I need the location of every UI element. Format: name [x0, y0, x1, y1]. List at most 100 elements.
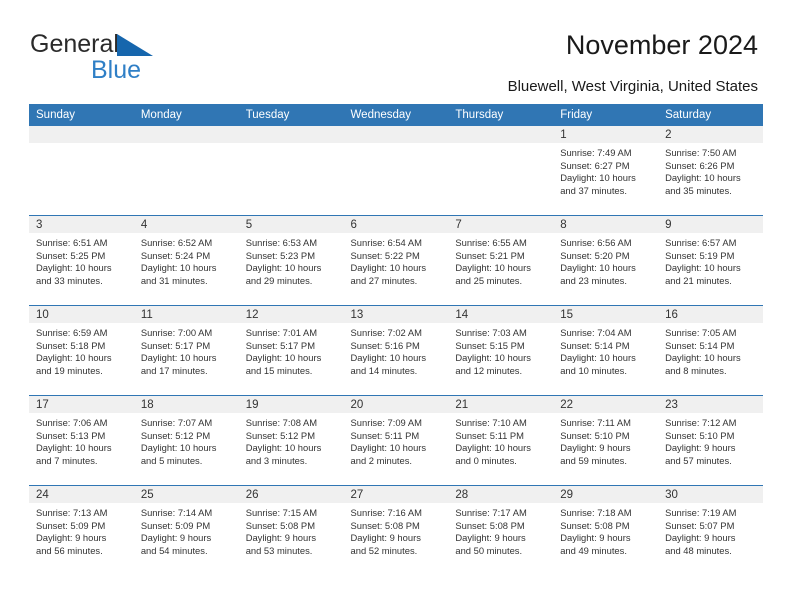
- sunset-text: Sunset: 5:14 PM: [665, 339, 735, 351]
- day-info: Sunrise: 6:56 AM Sunset: 5:20 PM Daylight:…: [553, 233, 658, 287]
- day-cell[interactable]: 3 Sunrise: 6:51 AM Sunset: 5:25 PM Daylight…: [29, 215, 134, 306]
- sunrise-text: Sunrise: 7:00 AM: [140, 327, 213, 338]
- daylight-text-line2: and 0 minutes.: [455, 454, 517, 466]
- daylight-text-line1: Daylight: 10 hours: [350, 442, 427, 454]
- day-cell[interactable]: 27 Sunrise: 7:16 AM Sunset: 5:08 PM Dayligh…: [343, 485, 449, 575]
- day-cell[interactable]: 20 Sunrise: 7:09 AM Sunset: 5:11 PM Dayligh…: [343, 395, 449, 486]
- day-number: 4: [133, 216, 239, 233]
- daylight-text-line1: Daylight: 9 hours: [140, 532, 212, 544]
- daylight-text-line1: Daylight: 10 hours: [36, 442, 112, 454]
- day-cell[interactable]: [133, 126, 239, 216]
- daylight-text-line2: and 59 minutes.: [560, 454, 627, 466]
- daylight-text-line1: Daylight: 9 hours: [560, 532, 631, 544]
- day-cell[interactable]: 24 Sunrise: 7:13 AM Sunset: 5:09 PM Dayligh…: [29, 485, 134, 575]
- sunrise-text: Sunrise: 6:55 AM: [455, 237, 527, 248]
- sunrise-text: Sunrise: 7:19 AM: [665, 507, 737, 518]
- day-cell[interactable]: 7 Sunrise: 6:55 AM Sunset: 5:21 PM Daylight…: [448, 215, 554, 306]
- day-cell[interactable]: 23 Sunrise: 7:12 AM Sunset: 5:10 PM Dayligh…: [658, 395, 763, 486]
- day-cell[interactable]: [448, 126, 554, 216]
- sunrise-text: Sunrise: 7:08 AM: [245, 417, 318, 428]
- day-number: 8: [553, 216, 659, 233]
- page-title: November 2024: [565, 30, 758, 60]
- daylight-text-line1: Daylight: 10 hours: [455, 352, 531, 364]
- day-info: Sunrise: 7:02 AM Sunset: 5:16 PM Daylight:…: [344, 323, 449, 377]
- sunrise-text: Sunrise: 7:07 AM: [140, 417, 213, 428]
- daylight-text-line1: Daylight: 10 hours: [245, 352, 322, 364]
- day-number: 21: [448, 396, 554, 413]
- day-number: 12: [238, 306, 344, 323]
- sunset-text: Sunset: 5:22 PM: [350, 249, 420, 261]
- day-cell[interactable]: 10 Sunrise: 6:59 AM Sunset: 5:18 PM Dayligh…: [29, 305, 134, 396]
- day-cell[interactable]: 25 Sunrise: 7:14 AM Sunset: 5:09 PM Dayligh…: [133, 485, 239, 575]
- day-number: 19: [238, 396, 344, 413]
- daylight-text-line1: Daylight: 10 hours: [560, 172, 636, 184]
- sunset-text: Sunset: 5:23 PM: [245, 249, 315, 261]
- sunrise-text: Sunrise: 7:49 AM: [560, 147, 632, 158]
- daylight-text-line2: and 5 minutes.: [140, 454, 203, 466]
- day-cell[interactable]: 29 Sunrise: 7:18 AM Sunset: 5:08 PM Dayligh…: [553, 485, 659, 575]
- day-cell[interactable]: 14 Sunrise: 7:03 AM Sunset: 5:15 PM Dayligh…: [448, 305, 554, 396]
- sunset-text: Sunset: 5:14 PM: [560, 339, 630, 351]
- daylight-text-line2: and 33 minutes.: [36, 274, 103, 286]
- day-cell[interactable]: 8 Sunrise: 6:56 AM Sunset: 5:20 PM Daylight…: [553, 215, 659, 306]
- day-number: 9: [658, 216, 763, 233]
- sunrise-text: Sunrise: 7:01 AM: [245, 327, 318, 338]
- day-cell[interactable]: 18 Sunrise: 7:07 AM Sunset: 5:12 PM Dayligh…: [133, 395, 239, 486]
- page-subtitle-location: Bluewell, West Virginia, United States: [507, 78, 758, 95]
- day-cell[interactable]: 6 Sunrise: 6:54 AM Sunset: 5:22 PM Daylight…: [343, 215, 449, 306]
- general-blue-logo: General Blue: [30, 32, 260, 84]
- weekday-header-thursday: Thursday: [448, 104, 554, 126]
- sunset-text: Sunset: 5:11 PM: [455, 429, 524, 441]
- day-cell[interactable]: 12 Sunrise: 7:01 AM Sunset: 5:17 PM Dayligh…: [238, 305, 344, 396]
- day-number: 13: [343, 306, 449, 323]
- sunset-text: Sunset: 5:09 PM: [140, 519, 211, 531]
- sunset-text: Sunset: 5:09 PM: [36, 519, 106, 531]
- day-info: Sunrise: 6:57 AM Sunset: 5:19 PM Daylight:…: [658, 233, 763, 287]
- day-cell[interactable]: 11 Sunrise: 7:00 AM Sunset: 5:17 PM Dayligh…: [133, 305, 239, 396]
- day-info: Sunrise: 6:52 AM Sunset: 5:24 PM Daylight:…: [134, 233, 239, 287]
- sunrise-text: Sunrise: 6:59 AM: [36, 327, 108, 338]
- sunset-text: Sunset: 5:20 PM: [560, 249, 630, 261]
- daylight-text-line2: and 10 minutes.: [560, 364, 627, 376]
- daylight-text-line2: and 56 minutes.: [36, 544, 103, 556]
- daylight-text-line2: and 17 minutes.: [140, 364, 208, 376]
- calendar-table-container: Sunday Monday Tuesday Wednesday Thursday…: [29, 104, 763, 575]
- day-cell[interactable]: 2 Sunrise: 7:50 AM Sunset: 6:26 PM Daylight…: [658, 126, 763, 216]
- day-cell[interactable]: [343, 126, 449, 216]
- sunrise-text: Sunrise: 7:14 AM: [140, 507, 213, 518]
- day-cell[interactable]: 17 Sunrise: 7:06 AM Sunset: 5:13 PM Dayligh…: [29, 395, 134, 486]
- day-cell[interactable]: 5 Sunrise: 6:53 AM Sunset: 5:23 PM Daylight…: [238, 215, 344, 306]
- sunrise-text: Sunrise: 7:50 AM: [665, 147, 737, 158]
- sunrise-text: Sunrise: 7:12 AM: [665, 417, 737, 428]
- day-number: 17: [29, 396, 134, 413]
- day-cell[interactable]: 22 Sunrise: 7:11 AM Sunset: 5:10 PM Dayligh…: [553, 395, 659, 486]
- daylight-text-line1: Daylight: 10 hours: [455, 262, 531, 274]
- day-info: Sunrise: 7:08 AM Sunset: 5:12 PM Daylight:…: [239, 413, 344, 467]
- sunrise-text: Sunrise: 7:05 AM: [665, 327, 737, 338]
- day-cell[interactable]: 4 Sunrise: 6:52 AM Sunset: 5:24 PM Daylight…: [133, 215, 239, 306]
- day-cell[interactable]: 9 Sunrise: 6:57 AM Sunset: 5:19 PM Daylight…: [658, 215, 763, 306]
- day-cell[interactable]: 15 Sunrise: 7:04 AM Sunset: 5:14 PM Dayligh…: [553, 305, 659, 396]
- daylight-text-line1: Daylight: 9 hours: [350, 532, 421, 544]
- day-cell[interactable]: 13 Sunrise: 7:02 AM Sunset: 5:16 PM Dayligh…: [343, 305, 449, 396]
- day-cell[interactable]: 28 Sunrise: 7:17 AM Sunset: 5:08 PM Dayligh…: [448, 485, 554, 575]
- calendar-page: General Blue November 2024 Bluewell, Wes…: [0, 0, 792, 612]
- day-info: Sunrise: 6:55 AM Sunset: 5:21 PM Daylight:…: [448, 233, 553, 287]
- day-cell[interactable]: 26 Sunrise: 7:15 AM Sunset: 5:08 PM Dayligh…: [238, 485, 344, 575]
- day-info: Sunrise: 7:49 AM Sunset: 6:27 PM Daylight:…: [553, 143, 658, 197]
- day-number: [343, 126, 449, 143]
- day-cell[interactable]: 30 Sunrise: 7:19 AM Sunset: 5:07 PM Dayligh…: [658, 485, 763, 575]
- day-cell[interactable]: 1 Sunrise: 7:49 AM Sunset: 6:27 PM Daylight…: [553, 126, 659, 216]
- day-cell[interactable]: [238, 126, 344, 216]
- day-cell[interactable]: 21 Sunrise: 7:10 AM Sunset: 5:11 PM Dayligh…: [448, 395, 554, 486]
- logo-text-blue: Blue: [91, 56, 142, 84]
- day-cell[interactable]: 16 Sunrise: 7:05 AM Sunset: 5:14 PM Dayligh…: [658, 305, 763, 396]
- day-cell[interactable]: [29, 126, 134, 216]
- sunrise-text: Sunrise: 6:51 AM: [36, 237, 108, 248]
- weekday-header-friday: Friday: [553, 104, 659, 126]
- day-number: 1: [553, 126, 659, 143]
- day-cell[interactable]: 19 Sunrise: 7:08 AM Sunset: 5:12 PM Dayligh…: [238, 395, 344, 486]
- day-info: Sunrise: 7:15 AM Sunset: 5:08 PM Daylight:…: [239, 503, 344, 557]
- day-info: Sunrise: 7:03 AM Sunset: 5:15 PM Daylight:…: [448, 323, 553, 377]
- sunset-text: Sunset: 5:11 PM: [350, 429, 420, 441]
